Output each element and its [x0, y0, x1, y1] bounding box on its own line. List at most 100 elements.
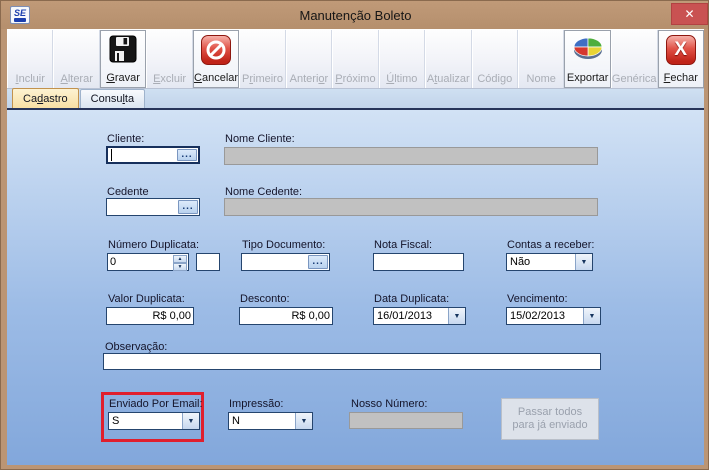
- toolbar-button-ultimo: Último: [378, 30, 426, 88]
- dropdown-button[interactable]: ▼: [583, 308, 600, 324]
- toolbar-button-label: Código: [477, 73, 513, 85]
- toolbar-button-proximo: Próximo: [332, 30, 379, 88]
- cedente-input[interactable]: ...: [106, 198, 200, 216]
- vencimento-label: Vencimento:: [507, 293, 568, 305]
- dropdown-button[interactable]: ▼: [182, 413, 199, 429]
- spin-up-icon: ▲: [177, 256, 183, 262]
- dropdown-button[interactable]: ▼: [448, 308, 465, 324]
- ellipsis-icon: ...: [182, 201, 194, 212]
- passar-todos-button: Passar todos para já enviado: [501, 398, 599, 440]
- chevron-down-icon: ▼: [588, 312, 596, 320]
- toolbar-button-generica: Genérica: [610, 30, 658, 88]
- toolbar-button-cancelar[interactable]: Cancelar: [192, 30, 240, 88]
- nota-fiscal-label: Nota Fiscal:: [374, 239, 433, 251]
- impressao-value: N: [232, 415, 240, 427]
- enviado-por-email-value: S: [112, 415, 120, 427]
- numero-duplicata-spinedit[interactable]: 0 ▲ ▼: [107, 253, 189, 271]
- desconto-value: R$ 0,00: [291, 310, 330, 322]
- chevron-down-icon: ▼: [300, 417, 308, 425]
- data-duplicata-datepicker[interactable]: 16/01/2013 ▼: [373, 307, 466, 325]
- cedente-lookup-button[interactable]: ...: [178, 200, 198, 214]
- tab-bar: Cadastro Consulta: [7, 88, 704, 110]
- numero-duplicata-spinner: ▲ ▼: [173, 255, 187, 271]
- toolbar-button-label: Atualizar: [426, 73, 470, 85]
- nome-cliente-input: [224, 147, 598, 165]
- toolbar-button-label: Gravar: [106, 72, 140, 84]
- numero-duplicata-value: 0: [110, 256, 117, 268]
- toolbar-button-gravar[interactable]: Gravar: [99, 30, 147, 88]
- contas-a-receber-select[interactable]: Não ▼: [506, 253, 593, 271]
- desconto-label: Desconto:: [240, 293, 290, 305]
- spin-up-button[interactable]: ▲: [173, 255, 187, 263]
- enviado-por-email-select[interactable]: S ▼: [108, 412, 200, 430]
- toolbar-button-label: Genérica: [611, 73, 657, 85]
- toolbar-button-label: Próximo: [335, 73, 376, 85]
- numero-duplicata-label: Número Duplicata:: [108, 239, 200, 251]
- chevron-down-icon: ▼: [580, 258, 588, 266]
- spin-down-button[interactable]: ▼: [173, 263, 187, 271]
- impressao-select[interactable]: N ▼: [228, 412, 313, 430]
- toolbar-button-label: Excluir: [153, 73, 187, 85]
- app-icon: SE: [10, 6, 30, 24]
- titlebar: SE Manutenção Boleto ✕: [1, 1, 708, 29]
- ellipsis-icon: ...: [181, 149, 193, 160]
- toolbar-button-exportar[interactable]: Exportar: [564, 30, 611, 88]
- valor-duplicata-value: R$ 0,00: [152, 310, 191, 322]
- dropdown-button[interactable]: ▼: [295, 413, 312, 429]
- numero-duplicata-aux-input[interactable]: [196, 253, 220, 271]
- toolbar-button-label: Incluir: [15, 73, 45, 85]
- vencimento-value: 15/02/2013: [510, 310, 566, 322]
- text-caret: [111, 149, 112, 161]
- cancel-sign-icon: [201, 35, 232, 65]
- toolbar-button-label: Nome: [526, 73, 556, 85]
- desconto-input[interactable]: R$ 0,00: [239, 307, 333, 325]
- toolbar-button-label: Anterior: [289, 73, 329, 85]
- nome-cedente-input: [224, 198, 598, 216]
- window-close-button[interactable]: ✕: [671, 3, 708, 25]
- tipo-documento-label: Tipo Documento:: [242, 239, 326, 251]
- nota-fiscal-input[interactable]: [373, 253, 464, 271]
- dropdown-button[interactable]: ▼: [575, 254, 592, 270]
- passar-todos-button-label: Passar todos para já enviado: [512, 406, 588, 431]
- data-duplicata-value: 16/01/2013: [377, 310, 433, 322]
- tab-consulta[interactable]: Consulta: [79, 89, 146, 108]
- chevron-down-icon: ▼: [187, 417, 195, 425]
- toolbar: Incluir Alterar Gravar Excluir Cancelar …: [7, 29, 704, 89]
- tab-label: Cadastro: [23, 92, 68, 105]
- cliente-lookup-button[interactable]: ...: [177, 149, 197, 161]
- tab-label: Consulta: [90, 93, 135, 105]
- valor-duplicata-input[interactable]: R$ 0,00: [106, 307, 194, 325]
- contas-a-receber-value: Não: [510, 256, 531, 268]
- tipo-documento-lookup-button[interactable]: ...: [308, 255, 328, 269]
- nome-cliente-label: Nome Cliente:: [225, 133, 295, 145]
- tab-cadastro[interactable]: Cadastro: [12, 88, 79, 108]
- chevron-down-icon: ▼: [453, 312, 461, 320]
- toolbar-button-primeiro: Primeiro: [239, 30, 286, 88]
- toolbar-button-label: Último: [386, 73, 418, 85]
- toolbar-button-alterar: Alterar: [53, 30, 100, 88]
- pie-chart-icon: [572, 35, 604, 67]
- spin-down-icon: ▼: [177, 264, 183, 270]
- cliente-label: Cliente:: [107, 133, 145, 145]
- cliente-input[interactable]: ...: [106, 146, 200, 164]
- nome-cedente-label: Nome Cedente:: [225, 186, 303, 198]
- valor-duplicata-label: Valor Duplicata:: [108, 293, 185, 305]
- toolbar-button-fechar[interactable]: X Fechar: [657, 30, 704, 88]
- app-icon-text: SE: [13, 7, 26, 18]
- toolbar-button-codigo: Código: [471, 30, 518, 88]
- toolbar-button-label: Exportar: [566, 72, 609, 84]
- toolbar-button-label: Cancelar: [194, 72, 239, 84]
- form-cadastro: Cliente: ... Nome Cliente: Cedente ... N…: [7, 110, 704, 465]
- enviado-por-email-label: Enviado Por Email:: [109, 398, 203, 410]
- impressao-label: Impressão:: [229, 398, 284, 410]
- vencimento-datepicker[interactable]: 15/02/2013 ▼: [506, 307, 601, 325]
- window-manutencao-boleto: SE Manutenção Boleto ✕ Incluir Alterar G…: [0, 0, 709, 470]
- toolbar-button-label: Fechar: [663, 72, 698, 84]
- observacao-label: Observação:: [105, 341, 168, 353]
- tipo-documento-input[interactable]: ...: [241, 253, 330, 271]
- floppy-disk-icon: [109, 35, 137, 68]
- toolbar-button-excluir: Excluir: [146, 30, 193, 88]
- toolbar-button-incluir: Incluir: [7, 30, 54, 88]
- observacao-input[interactable]: [103, 353, 601, 370]
- contas-a-receber-label: Contas a receber:: [507, 239, 595, 251]
